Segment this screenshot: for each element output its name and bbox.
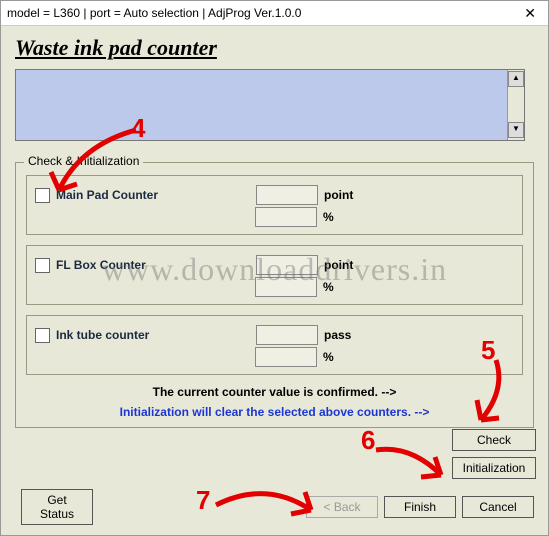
group-legend: Check & Initialization <box>24 154 143 168</box>
cancel-button[interactable]: Cancel <box>462 496 534 518</box>
scrollbar[interactable]: ▲ ▼ <box>507 70 524 140</box>
ink-tube-pass-field <box>256 325 318 345</box>
annotation-arrow-icon <box>371 440 461 495</box>
initialization-button[interactable]: Initialization <box>452 457 536 479</box>
back-button: < Back <box>306 496 378 518</box>
scroll-up-icon[interactable]: ▲ <box>508 71 524 87</box>
confirm-message: The current counter value is confirmed. … <box>26 385 523 399</box>
unit-label: point <box>324 258 353 272</box>
unit-label: % <box>323 350 334 364</box>
finish-button[interactable]: Finish <box>384 496 456 518</box>
fl-box-checkbox[interactable] <box>35 258 50 273</box>
unit-label: pass <box>324 328 351 342</box>
main-pad-point-field <box>256 185 318 205</box>
annotation-6: 6 <box>361 425 375 456</box>
check-button[interactable]: Check <box>452 429 536 451</box>
get-status-button[interactable]: Get Status <box>21 489 93 525</box>
check-init-group: Check & Initialization Main Pad Counter … <box>15 162 534 428</box>
title-bar: model = L360 | port = Auto selection | A… <box>1 1 548 26</box>
ink-tube-label: Ink tube counter <box>56 328 256 342</box>
unit-label: % <box>323 280 334 294</box>
window-body: Waste ink pad counter ▲ ▼ Check & Initia… <box>1 25 548 535</box>
main-pad-pct-field <box>255 207 317 227</box>
close-icon[interactable]: ✕ <box>518 5 542 22</box>
app-window: model = L360 | port = Auto selection | A… <box>0 0 549 536</box>
scroll-down-icon[interactable]: ▼ <box>508 122 524 138</box>
page-title: Waste ink pad counter <box>15 35 534 61</box>
main-pad-checkbox[interactable] <box>35 188 50 203</box>
fl-box-pct-field <box>255 277 317 297</box>
unit-label: % <box>323 210 334 224</box>
fl-box-point-field <box>256 255 318 275</box>
unit-label: point <box>324 188 353 202</box>
counter-row: FL Box Counter point % <box>26 245 523 305</box>
log-listbox[interactable]: ▲ ▼ <box>15 69 525 141</box>
fl-box-label: FL Box Counter <box>56 258 256 272</box>
init-message: Initialization will clear the selected a… <box>26 405 523 419</box>
main-pad-label: Main Pad Counter <box>56 188 256 202</box>
ink-tube-checkbox[interactable] <box>35 328 50 343</box>
counter-row: Ink tube counter pass % <box>26 315 523 375</box>
window-title: model = L360 | port = Auto selection | A… <box>7 6 301 20</box>
ink-tube-pct-field <box>255 347 317 367</box>
counter-row: Main Pad Counter point % <box>26 175 523 235</box>
